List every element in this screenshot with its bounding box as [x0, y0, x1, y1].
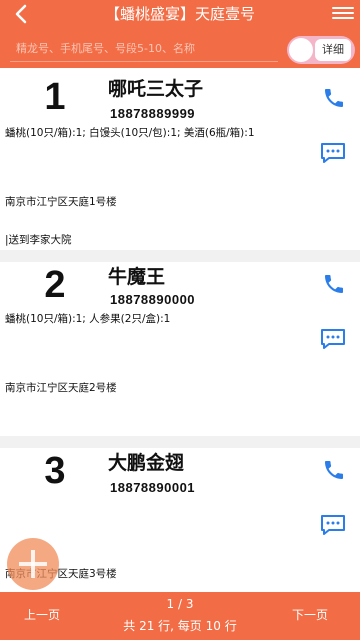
customer-phone: 18878890000: [110, 292, 196, 307]
order-index: 3: [44, 450, 66, 492]
add-button-plus-icon[interactable]: [7, 538, 59, 590]
order-index: 2: [44, 264, 66, 306]
message-icon[interactable]: [320, 328, 346, 350]
search-input[interactable]: [10, 36, 278, 62]
back-arrow-icon[interactable]: [8, 2, 36, 26]
customer-name: 牛魔王: [108, 266, 166, 288]
divider: [0, 250, 360, 262]
customer-name: 大鹏金翅: [108, 452, 185, 474]
detail-toggle[interactable]: 详细: [287, 36, 355, 64]
order-note: |送到李家大院: [5, 234, 72, 246]
message-icon[interactable]: [320, 514, 346, 536]
order-card[interactable]: 1 哪吒三太子 18878889999 蟠桃(10只/箱):1; 白馒头(10只…: [0, 68, 360, 256]
phone-call-icon[interactable]: [322, 272, 346, 296]
pagination-bar: 上一页 1 / 3 共 21 行, 每页 10 行 下一页: [0, 592, 360, 640]
customer-name: 哪吒三太子: [108, 78, 204, 100]
order-address: 南京市江宁区天庭1号楼: [5, 196, 117, 208]
message-icon[interactable]: [320, 142, 346, 164]
order-card[interactable]: 2 牛魔王 18878890000 蟠桃(10只/箱):1; 人参果(2只/盒)…: [0, 262, 360, 438]
divider: [0, 436, 360, 448]
hamburger-menu-icon[interactable]: [332, 4, 354, 24]
order-items: 蟠桃(10只/箱):1; 白馒头(10只/包):1; 美酒(6瓶/箱):1: [5, 127, 255, 139]
detail-toggle-label: 详细: [315, 39, 351, 61]
order-index: 1: [44, 76, 66, 118]
header-bar: 【蟠桃盛宴】天庭壹号 详细: [0, 0, 360, 68]
page-title: 【蟠桃盛宴】天庭壹号: [104, 5, 255, 23]
phone-call-icon[interactable]: [322, 86, 346, 110]
next-page-button[interactable]: 下一页: [292, 606, 328, 623]
toggle-knob: [289, 38, 313, 62]
order-address: 南京市江宁区天庭2号楼: [5, 382, 117, 394]
customer-phone: 18878889999: [110, 106, 196, 121]
customer-phone: 18878890001: [110, 480, 196, 495]
phone-call-icon[interactable]: [322, 458, 346, 482]
order-items: 蟠桃(10只/箱):1; 人参果(2只/盒):1: [5, 313, 171, 325]
